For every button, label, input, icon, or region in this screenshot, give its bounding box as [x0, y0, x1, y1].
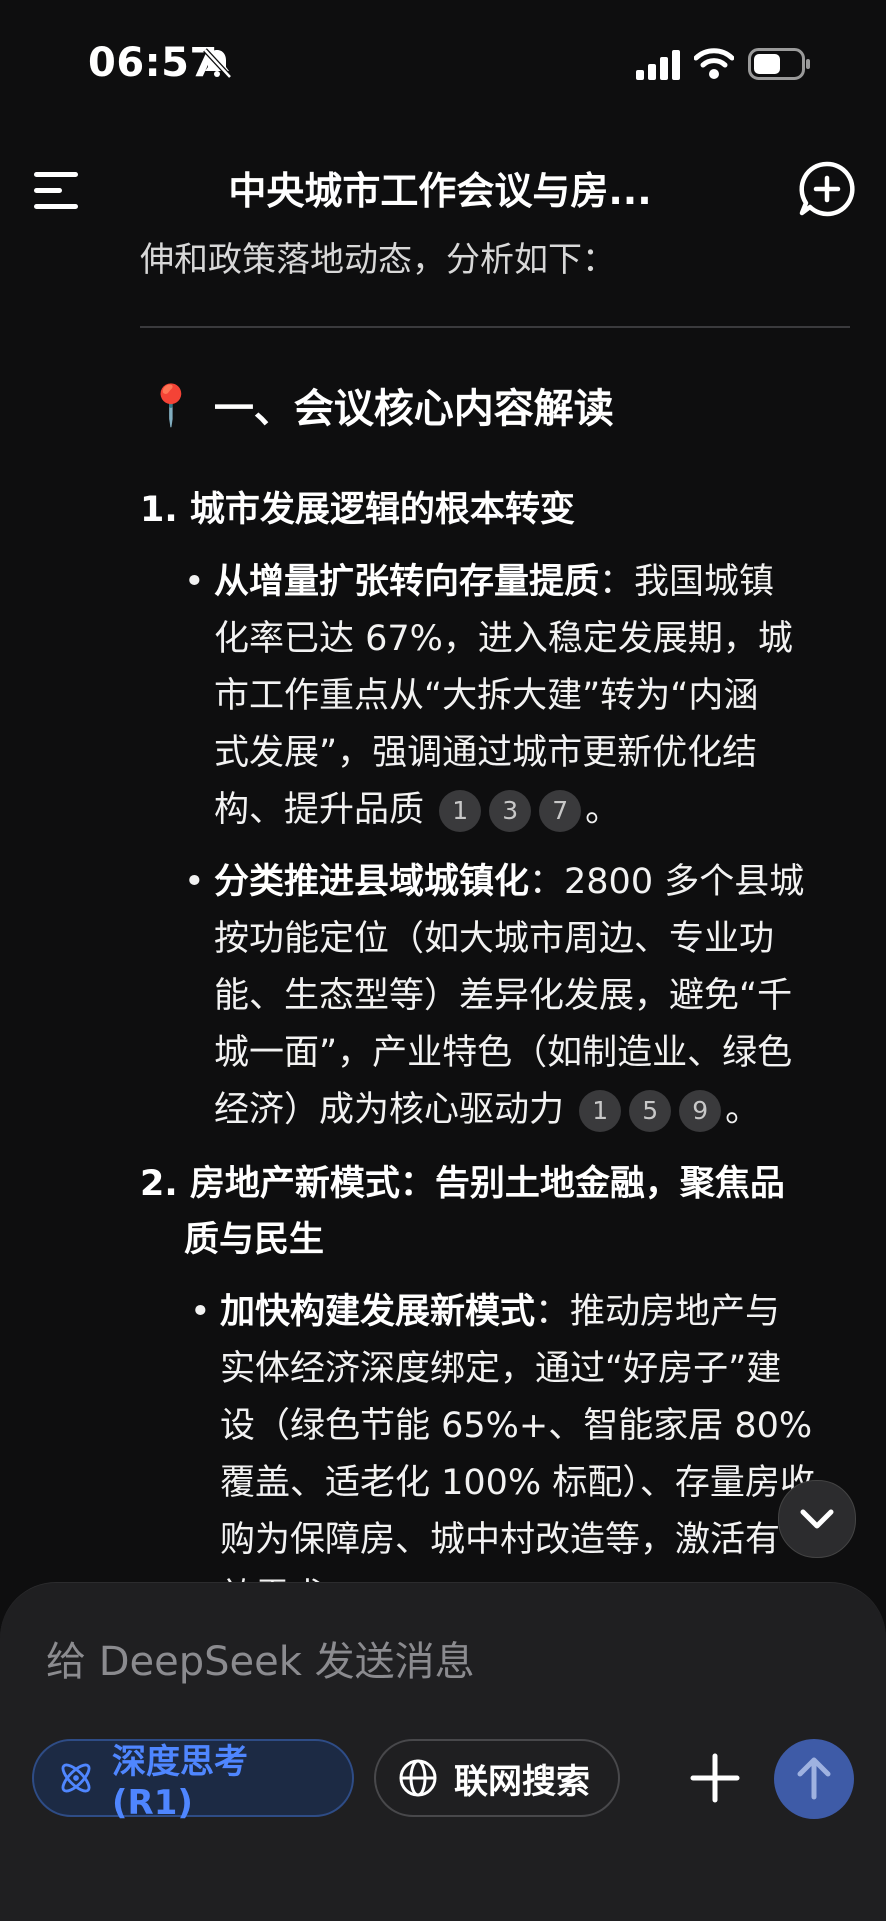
atom-icon: [61, 1763, 91, 1793]
new-chat-icon[interactable]: [798, 160, 856, 218]
chat-content[interactable]: 伸和政策落地动态，分析如下： 📍 一、会议核心内容解读 1. 城市发展逻辑的根本…: [0, 0, 886, 1600]
bullet-bold: 加快构建发展新模式: [220, 1292, 536, 1332]
citation-badge[interactable]: 1: [439, 790, 482, 832]
citation-badge[interactable]: 5: [629, 1090, 672, 1132]
list-item-2: 2. 房地产新模式：告别土地金融，聚焦品 质与民生: [140, 1164, 785, 1260]
section-heading-text: 一、会议核心内容解读: [213, 386, 614, 432]
bullet-item: • 加快构建发展新模式：推动房地产与 实体经济深度绑定，通过“好房子”建 设（绿…: [190, 1284, 860, 1600]
divider: [140, 326, 850, 328]
menu-icon[interactable]: [34, 170, 82, 210]
citation-badge[interactable]: 9: [679, 1090, 722, 1132]
web-search-label: 联网搜索: [454, 1761, 590, 1802]
chevron-down-icon: [800, 1509, 834, 1529]
chat-header: 中央城市工作会议与房...: [0, 150, 886, 230]
conversation-title[interactable]: 中央城市工作会议与房...: [150, 160, 730, 215]
web-search-toggle[interactable]: 联网搜索: [374, 1739, 620, 1817]
section-heading: 📍 一、会议核心内容解读: [146, 376, 614, 434]
partial-text-line: 伸和政策落地动态，分析如下：: [140, 240, 616, 280]
deep-think-toggle[interactable]: 深度思考 (R1): [32, 1739, 354, 1823]
bullet-bold: 分类推进县域城镇化: [214, 862, 530, 902]
bullet-dot: •: [184, 562, 205, 602]
citation-badge[interactable]: 1: [579, 1090, 622, 1132]
bullet-dot: •: [190, 1292, 211, 1332]
bullet-dot: •: [184, 862, 205, 902]
citation-badge[interactable]: 7: [539, 790, 582, 832]
bullet-item: • 从增量扩张转向存量提质：我国城镇 化率已达 67%，进入稳定发展期，城 市工…: [184, 554, 864, 839]
globe-icon: [399, 1759, 437, 1797]
pushpin-icon: 📍: [146, 382, 196, 429]
bullet-bold: 从增量扩张转向存量提质: [214, 562, 600, 602]
bullet-item: • 分类推进县域城镇化：2800 多个县城 按功能定位（如大城市周边、专业功 能…: [184, 854, 864, 1139]
send-button[interactable]: [774, 1739, 854, 1819]
deep-think-label: 深度思考 (R1): [112, 1741, 249, 1823]
message-input[interactable]: 给 DeepSeek 发送消息: [46, 1629, 475, 1687]
attach-plus-icon[interactable]: [690, 1753, 740, 1803]
message-composer: 给 DeepSeek 发送消息 深度思考 (R1) 联网搜索: [0, 1582, 886, 1921]
arrow-up-icon: [797, 1757, 831, 1800]
list-item-1: 1. 城市发展逻辑的根本转变: [140, 490, 575, 530]
scroll-to-bottom-button[interactable]: [778, 1480, 856, 1558]
citation-badge[interactable]: 3: [489, 790, 532, 832]
